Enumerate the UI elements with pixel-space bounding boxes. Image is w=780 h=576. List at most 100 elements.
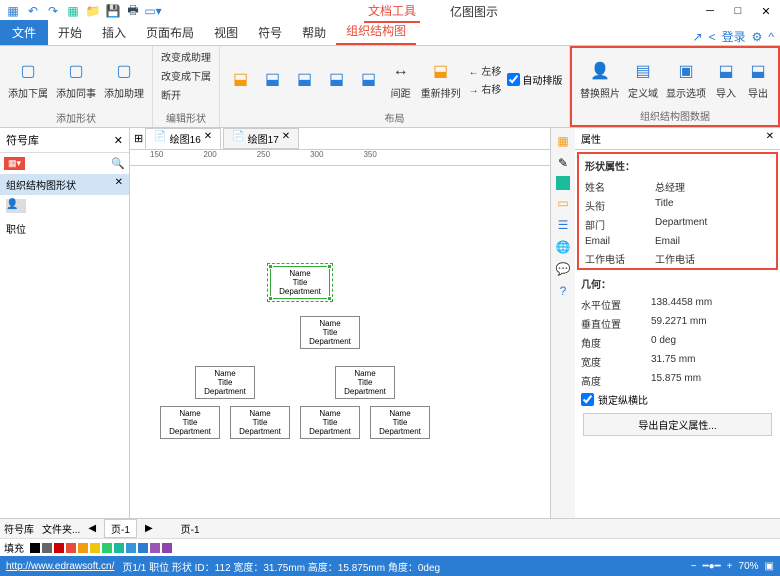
prop-angle-value[interactable]: 0 deg (651, 335, 774, 350)
shape-category[interactable]: 组织结构图形状✕ (0, 174, 129, 195)
org-node[interactable]: NameTitleDepartment (160, 406, 220, 439)
close-button[interactable]: ✕ (756, 3, 776, 19)
replace-photo-button[interactable]: 👤替换照片 (578, 57, 622, 102)
layout-opt1-button[interactable]: ⬓ (227, 65, 255, 93)
org-node[interactable]: NameTitleDepartment (300, 316, 360, 349)
spacing-button[interactable]: ↔间距 (387, 57, 415, 102)
prop-y-value[interactable]: 59.2271 mm (651, 316, 774, 331)
zoom-value[interactable]: 70% (739, 561, 759, 572)
props-close-icon[interactable]: ✕ (766, 131, 774, 146)
color-swatch[interactable] (30, 543, 40, 553)
add-assistant-button[interactable]: ▢添加助理 (102, 57, 146, 102)
bottom-tab-files[interactable]: 文件夹... (42, 521, 80, 536)
layout-opt5-button[interactable]: ⬓ (355, 65, 383, 93)
disconnect-button[interactable]: 断开 (159, 86, 183, 103)
export-icon[interactable]: ▭▾ (144, 2, 162, 20)
tab-file[interactable]: 文件 (0, 20, 48, 45)
prop-phone-value[interactable]: 工作电话 (655, 251, 770, 266)
prop-width-value[interactable]: 31.75 mm (651, 354, 774, 369)
lock-aspect-checkbox[interactable]: 锁定纵横比 (575, 390, 780, 409)
shape-item-position[interactable]: 职位 (0, 217, 129, 240)
new-icon[interactable]: ▦ (64, 2, 82, 20)
collapse-ribbon-icon[interactable]: ^ (768, 30, 774, 44)
tab-help[interactable]: 帮助 (292, 20, 336, 45)
globe-icon[interactable]: 🌐 (554, 238, 572, 256)
tab-page-layout[interactable]: 页面布局 (136, 20, 204, 45)
canvas[interactable]: NameTitleDepartment NameTitleDepartment … (130, 166, 550, 518)
search-icon[interactable]: 🔍 (111, 157, 125, 170)
zoom-out-icon[interactable]: − (691, 561, 697, 572)
color-swatch[interactable] (54, 543, 64, 553)
pencil-icon[interactable]: ✎ (554, 154, 572, 172)
to-subordinate-button[interactable]: 改变成下属 (159, 67, 213, 84)
prop-icon[interactable]: ▦ (554, 132, 572, 150)
to-assistant-button[interactable]: 改变成助理 (159, 48, 213, 65)
doc-tab-1[interactable]: 📄绘图16✕ (145, 128, 221, 149)
redo-icon[interactable]: ↷ (44, 2, 62, 20)
display-options-button[interactable]: ▣显示选项 (664, 57, 708, 102)
zoom-slider[interactable]: ━●━ (703, 561, 721, 572)
color-swatch[interactable] (138, 543, 148, 553)
color-swatch[interactable] (150, 543, 160, 553)
prop-name-value[interactable]: 总经理 (655, 179, 770, 194)
color-swatch[interactable] (102, 543, 112, 553)
maximize-button[interactable]: □ (728, 3, 748, 19)
minimize-button[interactable]: ─ (700, 3, 720, 19)
org-node-root[interactable]: NameTitleDepartment (270, 266, 330, 299)
settings-icon[interactable]: ⚙ (752, 30, 763, 44)
layout-opt2-button[interactable]: ⬓ (259, 65, 287, 93)
org-node[interactable]: NameTitleDepartment (195, 366, 255, 399)
tab-insert[interactable]: 插入 (92, 20, 136, 45)
panel-close-icon[interactable]: ✕ (114, 134, 123, 147)
rearrange-button[interactable]: ⬓重新排列 (419, 57, 463, 102)
tab-org-chart[interactable]: 组织结构图 (336, 18, 416, 45)
help-icon[interactable]: ? (554, 282, 572, 300)
color-swatch[interactable] (90, 543, 100, 553)
org-node[interactable]: NameTitleDepartment (300, 406, 360, 439)
bottom-tab-symbols[interactable]: 符号库 (4, 521, 34, 536)
page-nav-next[interactable]: ▶ (145, 523, 153, 534)
share2-icon[interactable]: < (709, 30, 716, 44)
color-swatch[interactable] (78, 543, 88, 553)
undo-icon[interactable]: ↶ (24, 2, 42, 20)
lib-dropdown[interactable]: ▦▾ (4, 157, 25, 170)
add-subordinate-button[interactable]: ▢添加下属 (6, 57, 50, 102)
tab-symbol[interactable]: 符号 (248, 20, 292, 45)
tab-view[interactable]: 视图 (204, 20, 248, 45)
prop-dept-value[interactable]: Department (655, 217, 770, 232)
color-swatch[interactable] (66, 543, 76, 553)
tabs-nav-icon[interactable]: ⊞ (134, 132, 143, 145)
import-button[interactable]: ⬓导入 (712, 57, 740, 102)
save-icon[interactable]: 💾 (104, 2, 122, 20)
tab-start[interactable]: 开始 (48, 20, 92, 45)
comment-icon[interactable]: 💬 (554, 260, 572, 278)
org-node[interactable]: NameTitleDepartment (370, 406, 430, 439)
open-icon[interactable]: 📁 (84, 2, 102, 20)
color-swatch[interactable] (114, 543, 124, 553)
prop-email-value[interactable]: Email (655, 236, 770, 247)
auto-layout-checkbox[interactable]: 自动排版 (507, 72, 562, 87)
export-button[interactable]: ⬓导出 (744, 57, 772, 102)
page-tab-1[interactable]: 页-1 (104, 519, 137, 538)
fit-icon[interactable]: ▣ (765, 561, 774, 572)
doc-tab-2[interactable]: 📄绘图17✕ (223, 128, 299, 149)
move-right-button[interactable]: → 右移 (467, 80, 504, 97)
prop-title-value[interactable]: Title (655, 198, 770, 213)
zoom-in-icon[interactable]: + (727, 561, 733, 572)
login-link[interactable]: 登录 (722, 28, 746, 45)
status-url[interactable]: http://www.edrawsoft.cn/ (6, 561, 114, 572)
layer-icon[interactable]: ▭ (554, 194, 572, 212)
menu-icon[interactable]: ▦ (4, 2, 22, 20)
layout-opt3-button[interactable]: ⬓ (291, 65, 319, 93)
define-field-button[interactable]: ▤定义域 (626, 57, 660, 102)
export-props-button[interactable]: 导出自定义属性... (583, 413, 772, 436)
prop-x-value[interactable]: 138.4458 mm (651, 297, 774, 312)
prop-height-value[interactable]: 15.875 mm (651, 373, 774, 388)
color-swatch[interactable] (162, 543, 172, 553)
move-left-button[interactable]: ← 左移 (467, 62, 504, 79)
share-icon[interactable]: ↗ (693, 30, 703, 44)
page-tab-2[interactable]: 页-1 (181, 521, 200, 536)
color-swatch[interactable] (42, 543, 52, 553)
layout-opt4-button[interactable]: ⬓ (323, 65, 351, 93)
add-peer-button[interactable]: ▢添加同事 (54, 57, 98, 102)
